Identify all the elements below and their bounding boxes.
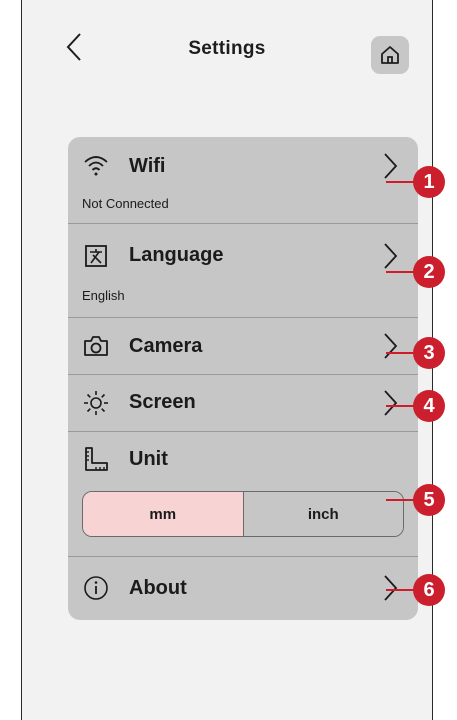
menu-item-about[interactable]: About bbox=[68, 557, 418, 620]
menu-item-screen[interactable]: Screen bbox=[68, 375, 418, 432]
home-icon bbox=[381, 46, 399, 64]
menu-item-label: Language bbox=[129, 244, 224, 266]
callout-line bbox=[386, 352, 416, 354]
wifi-icon bbox=[82, 151, 110, 179]
home-button[interactable] bbox=[371, 36, 409, 74]
chevron-right-icon bbox=[384, 575, 398, 601]
chevron-right-icon bbox=[384, 390, 398, 416]
callout-badge: 6 bbox=[413, 574, 445, 606]
callout-line bbox=[386, 405, 416, 407]
callout-line bbox=[386, 181, 416, 183]
callout-line bbox=[386, 499, 416, 501]
callout-badge: 1 bbox=[413, 166, 445, 198]
menu-item-label: Camera bbox=[129, 335, 203, 357]
language-value: English bbox=[82, 288, 125, 303]
callout-line bbox=[386, 589, 416, 591]
menu-item-label: About bbox=[129, 577, 187, 599]
settings-panel: Wifi Not Connected Language English Came… bbox=[68, 137, 418, 620]
unit-option-inch[interactable]: inch bbox=[243, 492, 403, 536]
camera-icon bbox=[82, 332, 110, 360]
ruler-icon bbox=[82, 445, 110, 473]
menu-item-label: Unit bbox=[129, 448, 168, 470]
menu-item-camera[interactable]: Camera bbox=[68, 318, 418, 375]
unit-toggle: mm inch bbox=[82, 491, 404, 537]
callout-line bbox=[386, 271, 416, 273]
callout-badge: 5 bbox=[413, 484, 445, 516]
brightness-icon bbox=[82, 389, 110, 417]
menu-item-label: Wifi bbox=[129, 155, 166, 177]
callout-badge: 3 bbox=[413, 337, 445, 369]
menu-item-label: Screen bbox=[129, 391, 196, 413]
info-icon bbox=[82, 574, 110, 602]
chevron-right-icon bbox=[384, 243, 398, 269]
chevron-right-icon bbox=[384, 333, 398, 359]
wifi-status: Not Connected bbox=[82, 196, 169, 211]
chevron-right-icon bbox=[384, 153, 398, 179]
menu-item-wifi[interactable]: Wifi Not Connected bbox=[68, 137, 418, 224]
language-icon bbox=[82, 242, 110, 270]
device-screen: Settings Wifi Not Connected Language Eng… bbox=[21, 0, 433, 720]
callout-badge: 2 bbox=[413, 256, 445, 288]
unit-option-mm[interactable]: mm bbox=[83, 492, 244, 536]
callout-badge: 4 bbox=[413, 390, 445, 422]
menu-item-language[interactable]: Language English bbox=[68, 224, 418, 318]
